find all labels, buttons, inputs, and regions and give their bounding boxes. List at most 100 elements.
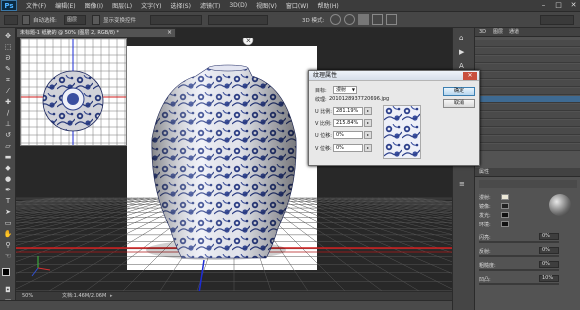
ok-button[interactable]: 确定 bbox=[443, 87, 475, 96]
scene-list-row[interactable] bbox=[475, 104, 580, 111]
target-dropdown[interactable]: 漫射 ▼ bbox=[333, 86, 357, 94]
eraser-tool-icon[interactable]: ▱ bbox=[3, 142, 13, 151]
auto-select-checkbox[interactable] bbox=[22, 15, 30, 25]
menu-help[interactable]: 帮助(H) bbox=[318, 1, 339, 10]
vase-model[interactable] bbox=[151, 64, 297, 259]
material-prop-slider[interactable] bbox=[479, 283, 559, 285]
menu-file[interactable]: 文件(F) bbox=[26, 1, 46, 10]
distribute-buttons[interactable] bbox=[208, 15, 268, 25]
auto-select-dropdown[interactable]: 图层 bbox=[64, 15, 86, 25]
dialog-close-button[interactable]: ✕ bbox=[463, 72, 477, 80]
scene-list-row[interactable] bbox=[475, 40, 580, 47]
gradient-tool-icon[interactable]: ▬ bbox=[3, 153, 13, 162]
scene-list-row[interactable] bbox=[475, 144, 580, 151]
menu-3d[interactable]: 3D(D) bbox=[229, 2, 247, 9]
u-offset-input[interactable]: 0% bbox=[333, 131, 363, 139]
scene-list-row[interactable] bbox=[475, 136, 580, 143]
menu-image[interactable]: 图像(I) bbox=[85, 1, 103, 10]
menu-layer[interactable]: 图层(L) bbox=[112, 1, 132, 10]
maximize-icon[interactable]: □ bbox=[554, 1, 563, 9]
close-icon[interactable]: ✕ bbox=[569, 1, 578, 9]
scene-list-row[interactable] bbox=[475, 112, 580, 119]
pan-3d-icon[interactable] bbox=[358, 14, 369, 25]
menu-window[interactable]: 窗口(W) bbox=[286, 1, 309, 10]
v-scale-stepper[interactable]: ▸ bbox=[364, 119, 372, 127]
workspace-switcher[interactable] bbox=[540, 15, 574, 25]
scene-list-row[interactable] bbox=[475, 80, 580, 87]
rotate-3d-icon[interactable] bbox=[330, 14, 341, 25]
cancel-button[interactable]: 取消 bbox=[443, 99, 475, 108]
healing-tool-icon[interactable]: ✚ bbox=[3, 98, 13, 107]
eyedropper-tool-icon[interactable]: ⁄ bbox=[3, 87, 13, 96]
menu-select[interactable]: 选择(S) bbox=[170, 1, 191, 10]
status-arrow-icon[interactable]: ▸ bbox=[110, 292, 113, 300]
menu-view[interactable]: 视图(V) bbox=[256, 1, 277, 10]
tab-3d[interactable]: 3D bbox=[479, 28, 486, 36]
material-preview-sphere[interactable] bbox=[549, 194, 571, 216]
actions-panel-icon[interactable]: ▶ bbox=[459, 48, 464, 56]
scale-3d-icon[interactable] bbox=[386, 14, 397, 25]
move-tool-preset[interactable] bbox=[4, 15, 18, 25]
material-toolbar[interactable] bbox=[479, 180, 577, 188]
slide-3d-icon[interactable] bbox=[372, 14, 383, 25]
material-color-swatch[interactable] bbox=[501, 203, 509, 209]
align-buttons[interactable] bbox=[150, 15, 202, 25]
character-panel-icon[interactable]: A bbox=[459, 62, 464, 70]
close-tab-icon[interactable]: × bbox=[167, 29, 172, 37]
blur-tool-icon[interactable]: ◆ bbox=[3, 164, 13, 173]
tab-channels[interactable]: 通道 bbox=[509, 28, 519, 36]
history-panel-icon[interactable]: ⌂ bbox=[459, 34, 463, 42]
pen-tool-icon[interactable]: ✒ bbox=[3, 186, 13, 195]
scene-list-row[interactable] bbox=[475, 120, 580, 127]
tab-layers[interactable]: 图层 bbox=[493, 28, 503, 36]
material-prop-input[interactable]: 0% bbox=[539, 233, 559, 240]
menu-filter[interactable]: 滤镜(T) bbox=[200, 1, 220, 10]
path-select-tool-icon[interactable]: ➤ bbox=[3, 208, 13, 217]
scene-list-row[interactable] bbox=[475, 96, 580, 103]
properties-panel-icon[interactable]: ≡ bbox=[459, 180, 465, 188]
brush-tool-icon[interactable]: ∕ bbox=[3, 109, 13, 118]
scene-list-row[interactable] bbox=[475, 88, 580, 95]
material-prop-slider[interactable] bbox=[479, 255, 559, 257]
scene-list-row[interactable] bbox=[475, 72, 580, 79]
type-tool-icon[interactable]: T bbox=[3, 197, 13, 206]
scene-list-row[interactable] bbox=[475, 128, 580, 135]
3d-rotate-tool-icon[interactable]: ✋ bbox=[3, 230, 13, 239]
u-scale-stepper[interactable]: ▸ bbox=[364, 107, 372, 115]
menu-type[interactable]: 文字(Y) bbox=[141, 1, 161, 10]
hand-tool-icon[interactable]: ☜ bbox=[3, 252, 13, 261]
material-color-swatch[interactable] bbox=[501, 212, 509, 218]
move-tool-icon[interactable]: ✥ bbox=[3, 32, 13, 41]
u-scale-input[interactable]: 281.19% bbox=[333, 107, 363, 115]
v-offset-stepper[interactable]: ▸ bbox=[364, 144, 372, 152]
foreground-color-swatch[interactable] bbox=[2, 268, 10, 276]
history-brush-tool-icon[interactable]: ↺ bbox=[3, 131, 13, 140]
shape-tool-icon[interactable]: ▭ bbox=[3, 219, 13, 228]
quick-mask-icon[interactable]: ◘ bbox=[3, 286, 13, 295]
scene-list-row[interactable] bbox=[475, 56, 580, 63]
clone-stamp-tool-icon[interactable]: ⊥ bbox=[3, 120, 13, 129]
material-prop-slider[interactable] bbox=[479, 241, 559, 243]
u-offset-stepper[interactable]: ▸ bbox=[364, 131, 372, 139]
crop-tool-icon[interactable]: ⌗ bbox=[3, 76, 13, 85]
close-3d-widget-icon[interactable]: × bbox=[242, 38, 254, 46]
material-prop-input[interactable]: 10% bbox=[539, 275, 559, 282]
quick-select-tool-icon[interactable]: ✎ bbox=[3, 65, 13, 74]
dodge-tool-icon[interactable]: ● bbox=[3, 175, 13, 184]
material-prop-input[interactable]: 0% bbox=[539, 247, 559, 254]
roll-3d-icon[interactable] bbox=[344, 14, 355, 25]
document-tab[interactable]: 未标题-1 纸脆的 @ 50% (图层 2, RGB/8) * × bbox=[16, 28, 176, 38]
material-color-swatch[interactable] bbox=[501, 221, 509, 227]
v-scale-input[interactable]: 215.84% bbox=[333, 119, 363, 127]
material-color-swatch[interactable] bbox=[501, 194, 509, 200]
scene-list-row[interactable] bbox=[475, 64, 580, 71]
scene-list-row[interactable] bbox=[475, 48, 580, 55]
marquee-tool-icon[interactable]: ⬚ bbox=[3, 43, 13, 52]
lasso-tool-icon[interactable]: ᘐ bbox=[3, 54, 13, 63]
material-prop-slider[interactable] bbox=[479, 269, 559, 271]
minimize-icon[interactable]: – bbox=[539, 1, 548, 9]
zoom-tool-icon[interactable]: ⚲ bbox=[3, 241, 13, 250]
top-view-navigator[interactable] bbox=[20, 38, 127, 146]
show-transform-checkbox[interactable] bbox=[92, 15, 100, 25]
menu-edit[interactable]: 编辑(E) bbox=[55, 1, 75, 10]
